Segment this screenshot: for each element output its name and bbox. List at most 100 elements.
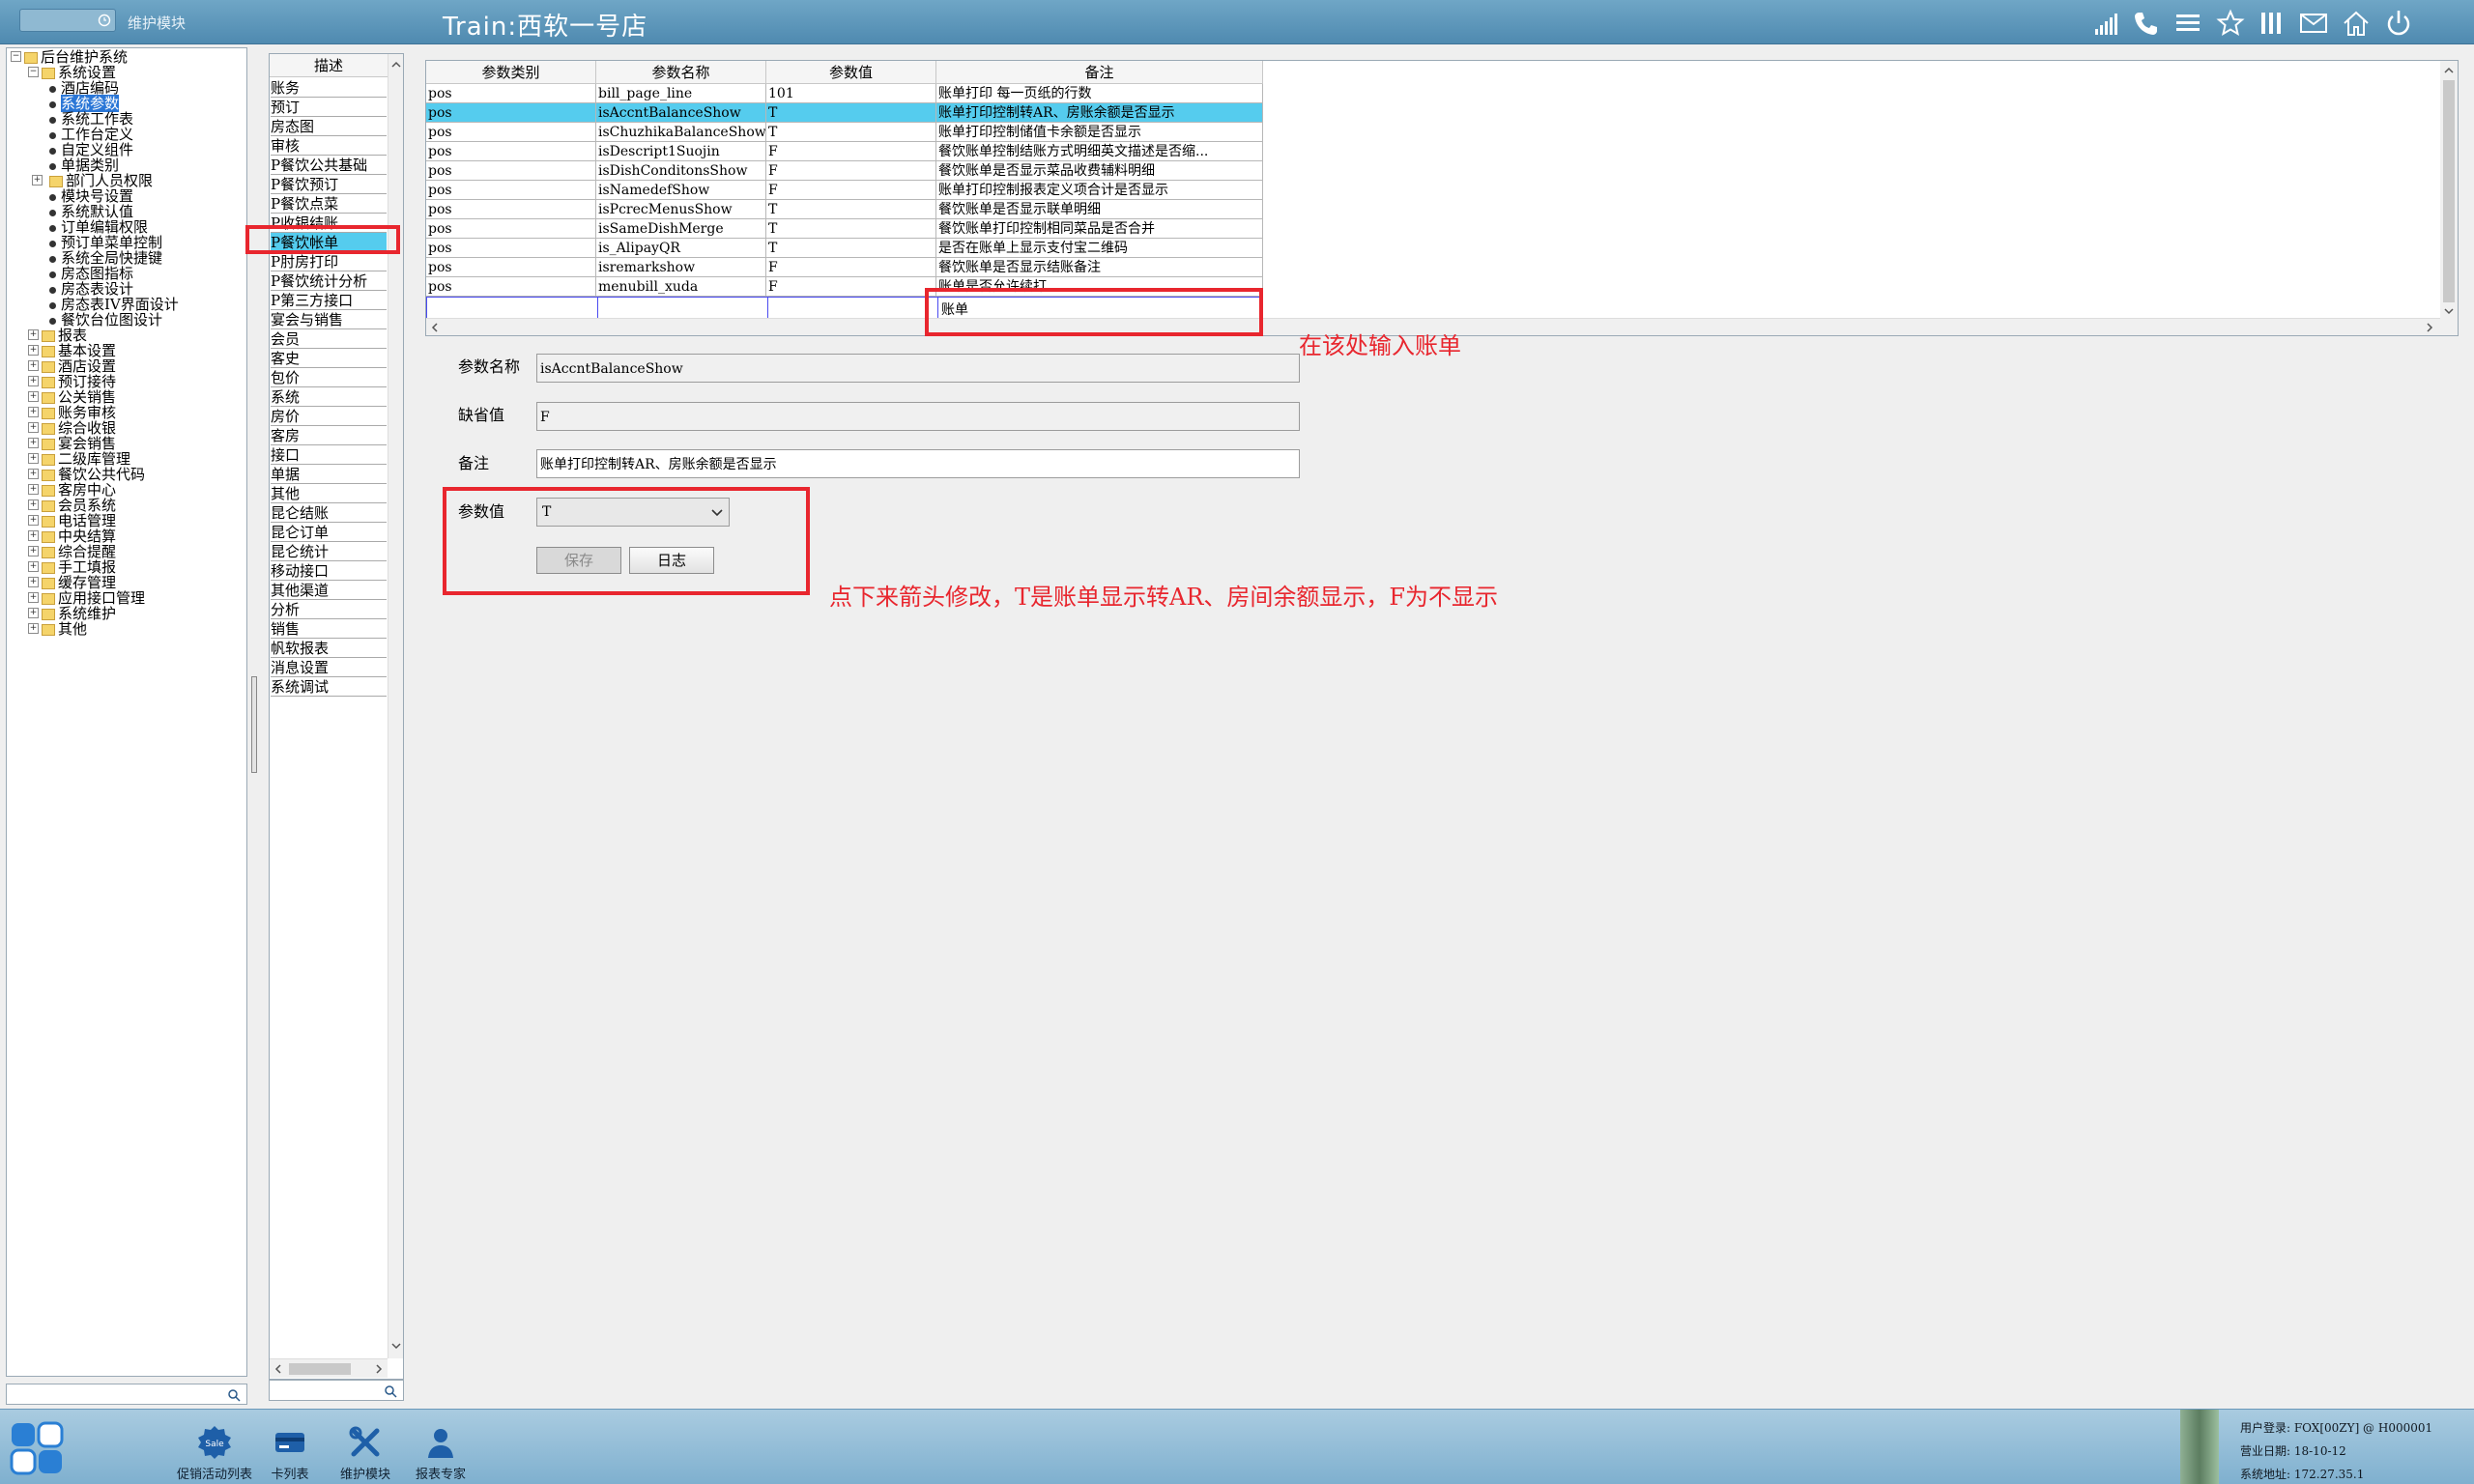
- expand-icon[interactable]: +: [28, 360, 39, 371]
- dock-promotion-list[interactable]: Sale 促销活动列表: [176, 1423, 253, 1482]
- table-cell[interactable]: 餐饮账单是否显示联单明细: [936, 200, 1263, 219]
- description-item[interactable]: 接口: [271, 445, 387, 465]
- description-item[interactable]: 分析: [271, 600, 387, 619]
- table-cell[interactable]: isPcrecMenusShow: [596, 200, 766, 219]
- description-item[interactable]: 系统: [271, 387, 387, 407]
- description-search-input[interactable]: [269, 1380, 404, 1401]
- table-cell[interactable]: pos: [426, 161, 596, 181]
- tree-item[interactable]: + 手工填报: [28, 559, 116, 575]
- collapse-icon[interactable]: −: [28, 67, 39, 77]
- scroll-thumb[interactable]: [2443, 80, 2455, 302]
- tree-item[interactable]: 订单编辑权限: [49, 219, 148, 235]
- description-item[interactable]: 昆仑统计: [271, 542, 387, 561]
- tree-item[interactable]: 房态表设计: [49, 281, 133, 297]
- table-cell[interactable]: 账单打印 每一页纸的行数: [936, 84, 1263, 103]
- table-cell[interactable]: isChuzhikaBalanceShow: [596, 123, 766, 142]
- table-cell[interactable]: 餐饮账单打印控制相同菜品是否合并: [936, 219, 1263, 239]
- search-icon[interactable]: [98, 14, 111, 27]
- table-cell[interactable]: isremarkshow: [596, 258, 766, 277]
- expand-icon[interactable]: +: [28, 345, 39, 356]
- expand-icon[interactable]: +: [28, 515, 39, 526]
- table-cell[interactable]: F: [766, 161, 936, 181]
- description-item[interactable]: 审核: [271, 136, 387, 156]
- dock-report-expert[interactable]: 报表专家: [402, 1423, 479, 1482]
- tree-item[interactable]: 酒店编码: [49, 80, 119, 96]
- description-item[interactable]: 消息设置: [271, 658, 387, 677]
- description-item[interactable]: P餐饮点菜: [271, 194, 387, 214]
- star-icon[interactable]: [2215, 8, 2246, 39]
- column-header[interactable]: 参数名称: [596, 61, 766, 84]
- table-cell[interactable]: pos: [426, 103, 596, 123]
- scroll-down-icon[interactable]: [389, 1339, 403, 1353]
- table-cell[interactable]: isAccntBalanceShow: [596, 103, 766, 123]
- table-cell[interactable]: isNamedefShow: [596, 181, 766, 200]
- tree-item[interactable]: + 公关销售: [28, 389, 116, 405]
- table-cell[interactable]: 账单打印控制储值卡余额是否显示: [936, 123, 1263, 142]
- table-cell[interactable]: isDescript1Suojin: [596, 142, 766, 161]
- expand-icon[interactable]: +: [28, 546, 39, 556]
- table-cell[interactable]: pos: [426, 219, 596, 239]
- tree-item[interactable]: + 系统维护: [28, 606, 116, 621]
- table-row[interactable]: pos isPcrecMenusShow T 餐饮账单是否显示联单明细: [426, 200, 1263, 219]
- tree-item[interactable]: 预订单菜单控制: [49, 235, 162, 250]
- description-item[interactable]: 系统调试: [271, 677, 387, 697]
- table-cell[interactable]: pos: [426, 123, 596, 142]
- expand-icon[interactable]: +: [28, 592, 39, 603]
- top-search-input[interactable]: [19, 9, 116, 32]
- description-item[interactable]: 房态图: [271, 117, 387, 136]
- expand-icon[interactable]: +: [28, 623, 39, 634]
- expand-icon[interactable]: +: [28, 329, 39, 340]
- description-item[interactable]: 销售: [271, 619, 387, 639]
- table-cell[interactable]: F: [766, 277, 936, 297]
- expand-icon[interactable]: +: [28, 438, 39, 448]
- table-cell[interactable]: T: [766, 123, 936, 142]
- tree-item[interactable]: 房态表IV界面设计: [49, 297, 179, 312]
- table-row[interactable]: pos isSameDishMerge T 餐饮账单打印控制相同菜品是否合并: [426, 219, 1263, 239]
- description-item[interactable]: P餐饮预订: [271, 175, 387, 194]
- tree-item[interactable]: 自定义组件: [49, 142, 133, 157]
- table-cell[interactable]: isSameDishMerge: [596, 219, 766, 239]
- scroll-right-icon[interactable]: [372, 1362, 386, 1376]
- tree-item[interactable]: + 应用接口管理: [28, 590, 145, 606]
- scroll-right-icon[interactable]: [2423, 321, 2436, 334]
- tree-item[interactable]: + 账务审核: [28, 405, 116, 420]
- expand-icon[interactable]: +: [28, 530, 39, 541]
- tree-item[interactable]: 系统全局快捷键: [49, 250, 162, 266]
- tree-item[interactable]: + 二级库管理: [28, 451, 130, 467]
- description-item[interactable]: 预订: [271, 98, 387, 117]
- expand-icon[interactable]: +: [28, 608, 39, 618]
- expand-icon[interactable]: +: [28, 407, 39, 417]
- table-cell[interactable]: F: [766, 258, 936, 277]
- description-item[interactable]: 昆仑订单: [271, 523, 387, 542]
- expand-icon[interactable]: +: [28, 561, 39, 572]
- description-item[interactable]: 昆仑结账: [271, 503, 387, 523]
- table-row[interactable]: pos isDescript1Suojin F 餐饮账单控制结账方式明细英文描述是否缩…: [426, 142, 1263, 161]
- home-icon[interactable]: [2341, 8, 2372, 39]
- tree-item[interactable]: + 其他: [28, 621, 87, 637]
- description-item[interactable]: 包价: [271, 368, 387, 387]
- menu-icon[interactable]: [2172, 8, 2203, 39]
- description-item[interactable]: P餐饮公共基础: [271, 156, 387, 175]
- mail-icon[interactable]: [2298, 8, 2329, 39]
- table-cell[interactable]: F: [766, 181, 936, 200]
- description-item[interactable]: 房价: [271, 407, 387, 426]
- table-cell[interactable]: pos: [426, 200, 596, 219]
- scroll-down-icon[interactable]: [2442, 304, 2456, 318]
- param-name-field[interactable]: isAccntBalanceShow: [536, 354, 1300, 383]
- tree-item[interactable]: 餐饮台位图设计: [49, 312, 162, 328]
- tree-item[interactable]: + 综合提醒: [28, 544, 116, 559]
- table-cell[interactable]: pos: [426, 258, 596, 277]
- description-item[interactable]: 宴会与销售: [271, 310, 387, 329]
- description-item[interactable]: 账务: [271, 78, 387, 98]
- scroll-up-icon[interactable]: [389, 58, 403, 71]
- table-row[interactable]: pos is_AlipayQR T 是否在账单上显示支付宝二维码: [426, 239, 1263, 258]
- expand-icon[interactable]: +: [28, 499, 39, 510]
- table-cell[interactable]: isDishConditonsShow: [596, 161, 766, 181]
- search-icon[interactable]: [227, 1388, 241, 1402]
- description-item[interactable]: 帆软报表: [271, 639, 387, 658]
- scroll-thumb[interactable]: [289, 1363, 351, 1375]
- table-cell[interactable]: T: [766, 200, 936, 219]
- tree-item[interactable]: 系统参数: [49, 95, 120, 112]
- scroll-up-icon[interactable]: [2442, 64, 2456, 77]
- tree-item[interactable]: − 系统设置: [28, 65, 116, 80]
